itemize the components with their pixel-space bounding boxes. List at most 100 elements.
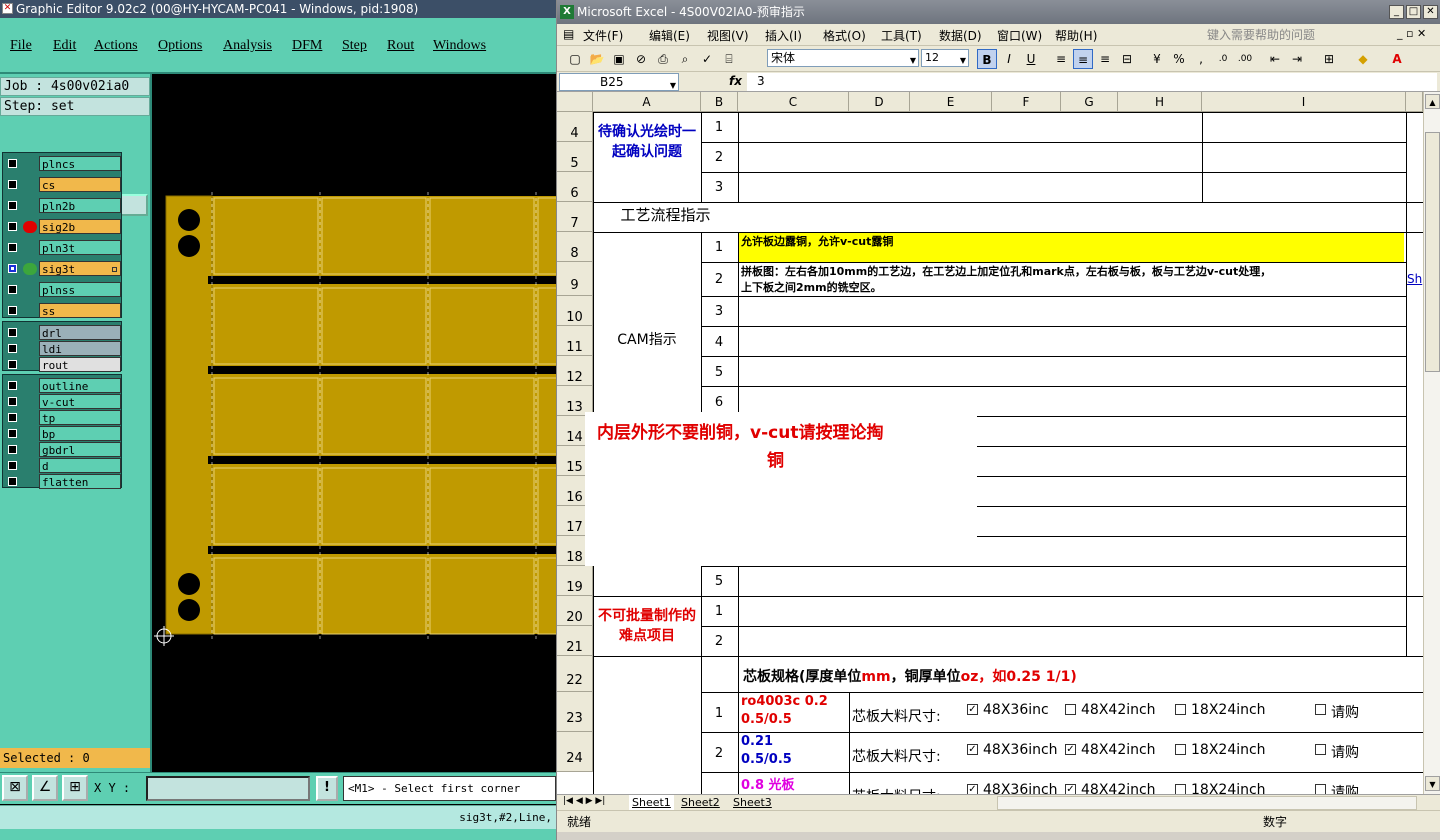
- help-search-box[interactable]: 键入需要帮助的问题: [1207, 26, 1377, 44]
- menu-analysis[interactable]: Analysis: [223, 38, 272, 54]
- alert-icon[interactable]: !: [316, 776, 338, 801]
- horizontal-scrollbar[interactable]: [997, 796, 1417, 810]
- borders-icon[interactable]: ⊞: [1319, 49, 1339, 69]
- core-size-checkbox[interactable]: [1175, 704, 1186, 715]
- layer-name[interactable]: drl: [39, 325, 121, 340]
- col-header-c[interactable]: C: [738, 92, 849, 112]
- maximize-button[interactable]: □: [1406, 5, 1421, 19]
- open-icon[interactable]: 📂: [587, 49, 607, 69]
- layer-name[interactable]: plnss: [39, 282, 121, 297]
- col-header-e[interactable]: E: [910, 92, 992, 112]
- spreadsheet-grid[interactable]: A B C D E F G H I 4 5 6 7 8 9 10 11 12 13 14 15 16 17…: [557, 92, 1423, 794]
- core-size-checkbox[interactable]: [1065, 704, 1076, 715]
- core-size-checkbox[interactable]: ✓: [967, 704, 978, 715]
- layer-checkbox[interactable]: [8, 397, 17, 406]
- layer-checkbox[interactable]: [8, 306, 17, 315]
- menu-data-cn[interactable]: 数据(D): [939, 27, 982, 44]
- print-icon[interactable]: ⎙: [653, 49, 673, 69]
- new-icon[interactable]: ▢: [565, 49, 585, 69]
- layer-name[interactable]: sig2b: [39, 219, 121, 234]
- col-header-h[interactable]: H: [1118, 92, 1202, 112]
- layer-name[interactable]: gbdrl: [39, 442, 121, 457]
- layer-checkbox[interactable]: [8, 461, 17, 470]
- core-size-checkbox[interactable]: ✓: [967, 744, 978, 755]
- layer-checkbox[interactable]: [8, 413, 17, 422]
- row-header[interactable]: 21: [557, 626, 593, 656]
- vertical-scrollbar[interactable]: ▲ ▼: [1423, 92, 1440, 794]
- layer-row-ldi[interactable]: ldi: [3, 340, 121, 356]
- layer-row-sig3t[interactable]: sig3t: [3, 260, 121, 276]
- layer-row-outline[interactable]: outline: [3, 377, 121, 393]
- zoom-area-icon[interactable]: ⊠: [2, 775, 28, 801]
- comma-icon[interactable]: ,: [1191, 49, 1211, 69]
- layer-name[interactable]: cs: [39, 177, 121, 192]
- menu-view-cn[interactable]: 视图(V): [707, 27, 749, 44]
- layer-name[interactable]: pln2b: [39, 198, 121, 213]
- merge-center-icon[interactable]: ⊟: [1117, 49, 1137, 69]
- col-header-g[interactable]: G: [1061, 92, 1118, 112]
- text-box-popup[interactable]: 内层外形不要削铜，v-cut请按理论掏 铜: [585, 412, 977, 566]
- tab-nav-icons[interactable]: |◀ ◀ ▶ ▶|: [563, 796, 605, 806]
- col-header-j[interactable]: [1406, 92, 1423, 112]
- core-size-checkbox[interactable]: [1315, 784, 1326, 794]
- font-size-box[interactable]: 12 ▼: [921, 49, 969, 67]
- name-box[interactable]: B25 ▼: [559, 73, 679, 91]
- layer-checkbox[interactable]: [8, 243, 17, 252]
- scroll-up-icon[interactable]: ▲: [1425, 94, 1440, 109]
- layer-name[interactable]: bp: [39, 426, 121, 441]
- row-header[interactable]: 4: [557, 112, 593, 142]
- layer-name[interactable]: rout: [39, 357, 121, 372]
- core-size-checkbox[interactable]: [1175, 744, 1186, 755]
- row-header[interactable]: 10: [557, 296, 593, 326]
- layer-row-plnss[interactable]: plnss: [3, 281, 121, 297]
- doc-window-controls[interactable]: _ ▫ ✕: [1397, 27, 1426, 40]
- row9-link[interactable]: Sh: [1407, 272, 1422, 286]
- layer-checkbox[interactable]: [8, 180, 17, 189]
- col-header-b[interactable]: B: [701, 92, 738, 112]
- col-header-f[interactable]: F: [992, 92, 1061, 112]
- layer-name[interactable]: pln3t: [39, 240, 121, 255]
- layer-checkbox[interactable]: [8, 159, 17, 168]
- bold-button[interactable]: B: [977, 49, 997, 69]
- menu-help-cn[interactable]: 帮助(H): [1055, 27, 1097, 44]
- select-all-corner[interactable]: [557, 92, 593, 112]
- align-right-icon[interactable]: ≡: [1095, 49, 1115, 69]
- tab-sheet2[interactable]: Sheet2: [681, 795, 720, 810]
- decrease-indent-icon[interactable]: ⇤: [1265, 49, 1285, 69]
- layer-checkbox[interactable]: [8, 344, 17, 353]
- menu-tools-cn[interactable]: 工具(T): [881, 27, 922, 44]
- tab-sheet3[interactable]: Sheet3: [733, 795, 772, 810]
- layer-checkbox[interactable]: [8, 285, 17, 294]
- layer-checkbox[interactable]: [8, 445, 17, 454]
- layer-checkbox[interactable]: [8, 381, 17, 390]
- layer-row-pln2b[interactable]: pln2b: [3, 197, 121, 213]
- row-header[interactable]: 22: [557, 656, 593, 692]
- menu-format-cn[interactable]: 格式(O): [823, 27, 866, 44]
- xy-input[interactable]: [146, 776, 310, 801]
- menu-actions[interactable]: Actions: [94, 38, 138, 54]
- layer-checkbox[interactable]: [8, 477, 17, 486]
- layer-row-drl[interactable]: drl: [3, 324, 121, 340]
- menu-file-cn[interactable]: 文件(F): [583, 27, 623, 44]
- align-center-icon[interactable]: ≡: [1073, 49, 1093, 69]
- increase-decimal-icon[interactable]: .0: [1213, 49, 1233, 69]
- layer-checkbox[interactable]: [8, 201, 17, 210]
- row-header[interactable]: 12: [557, 356, 593, 386]
- layer-name[interactable]: plncs: [39, 156, 121, 171]
- row-header[interactable]: 19: [557, 566, 593, 596]
- layer-row-v-cut[interactable]: v-cut: [3, 393, 121, 409]
- row-header[interactable]: 11: [557, 326, 593, 356]
- layer-row-sig2b[interactable]: sig2b: [3, 218, 121, 234]
- fx-icon[interactable]: fx: [729, 74, 742, 88]
- layer-row-flatten[interactable]: flatten: [3, 473, 121, 489]
- menu-dfm[interactable]: DFM: [292, 38, 322, 54]
- layer-row-cs[interactable]: cs: [3, 176, 121, 192]
- row-header[interactable]: 8: [557, 232, 593, 262]
- font-color-icon[interactable]: A: [1387, 49, 1407, 69]
- layer-name[interactable]: tp: [39, 410, 121, 425]
- layer-row-gbdrl[interactable]: gbdrl: [3, 441, 121, 457]
- permission-icon[interactable]: ⊘: [631, 49, 651, 69]
- row-header[interactable]: 7: [557, 202, 593, 232]
- scroll-down-icon[interactable]: ▼: [1425, 776, 1440, 791]
- tab-sheet1[interactable]: Sheet1: [629, 795, 674, 810]
